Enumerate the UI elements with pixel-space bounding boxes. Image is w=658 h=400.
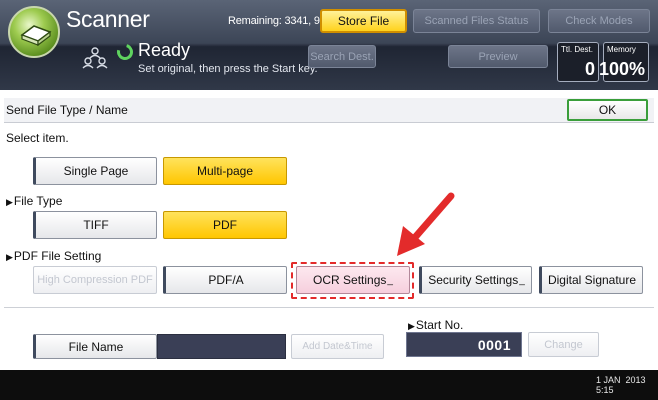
file-type-label: File Type — [13, 194, 63, 208]
pdf-file-setting-heading: ▶PDF File Setting — [6, 249, 101, 263]
total-destinations-caption: Ttl. Dest. — [561, 45, 594, 54]
store-file-button[interactable]: Store File — [320, 9, 407, 33]
section-divider — [4, 307, 654, 308]
ok-button[interactable]: OK — [567, 99, 648, 121]
status-instruction: Set original, then press the Start key. — [138, 63, 318, 75]
security-settings-button[interactable]: Security Settings _ — [419, 266, 532, 294]
pdf-button[interactable]: PDF — [163, 211, 287, 239]
multi-page-button[interactable]: Multi-page — [163, 157, 287, 185]
status-text: Ready — [138, 40, 191, 60]
change-button[interactable]: Change — [528, 332, 599, 357]
section-arrow-icon: ▶ — [6, 252, 13, 262]
memory-caption: Memory — [607, 45, 636, 54]
file-name-button[interactable]: File Name — [33, 334, 157, 359]
select-item-label: Select item. — [6, 131, 69, 145]
start-no-heading: ▶Start No. — [408, 318, 463, 332]
more-options-icon: _ — [519, 274, 525, 286]
digital-signature-button[interactable]: Digital Signature — [539, 266, 643, 294]
security-settings-label: Security Settings — [428, 273, 519, 287]
app-title: Scanner — [66, 6, 150, 32]
single-page-button[interactable]: Single Page — [33, 157, 157, 185]
add-date-time-button[interactable]: Add Date&Time — [291, 334, 384, 359]
preview-button[interactable]: Preview — [448, 45, 548, 68]
footer-time: 5:15 — [596, 385, 614, 395]
file-name-field — [157, 334, 286, 359]
start-no-label: Start No. — [415, 318, 464, 332]
memory-value: 100% — [598, 59, 645, 79]
check-modes-button[interactable]: Check Modes — [548, 9, 650, 33]
ocr-settings-button[interactable]: OCR Settings _ — [296, 266, 410, 294]
scanner-logo-icon — [8, 6, 60, 58]
status-footer — [0, 370, 658, 400]
scanner-glyph-icon — [20, 25, 52, 47]
screen-title: Send File Type / Name — [6, 103, 128, 117]
pdf-file-setting-label: PDF File Setting — [13, 249, 102, 263]
annotation-arrow-icon — [395, 192, 457, 263]
search-dest-button[interactable]: Search Dest. — [308, 45, 376, 68]
section-arrow-icon: ▶ — [408, 321, 415, 331]
scanned-files-status-button[interactable]: Scanned Files Status — [413, 9, 540, 33]
date-time-display: 1 JAN 2013 5:15 — [596, 375, 646, 395]
pdf-a-button[interactable]: PDF/A — [163, 266, 287, 294]
multi-user-icon — [82, 45, 108, 76]
section-arrow-icon: ▶ — [6, 197, 13, 207]
more-options-icon: _ — [387, 274, 393, 286]
total-destinations-counter: Ttl. Dest. 0 — [557, 42, 599, 82]
total-destinations-value: 0 — [584, 59, 595, 79]
high-compression-pdf-button[interactable]: High Compression PDF — [33, 266, 157, 294]
tiff-button[interactable]: TIFF — [33, 211, 157, 239]
footer-date: 1 JAN 2013 — [596, 375, 646, 385]
start-no-field: 0001 — [406, 332, 522, 357]
memory-indicator: Memory 100% — [599, 42, 649, 82]
file-type-heading: ▶File Type — [6, 194, 62, 208]
ocr-settings-label: OCR Settings — [313, 273, 387, 287]
